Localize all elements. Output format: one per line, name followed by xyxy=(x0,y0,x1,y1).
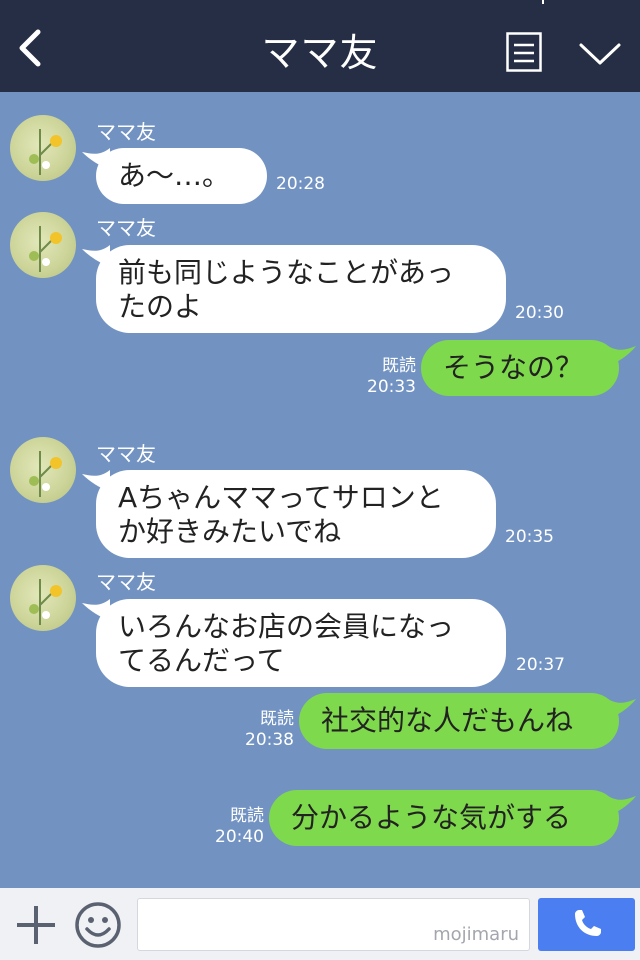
avatar[interactable] xyxy=(10,565,76,631)
flower-avatar-icon xyxy=(29,129,62,175)
flower-avatar-icon xyxy=(29,451,62,497)
smiley-icon[interactable] xyxy=(74,901,122,949)
message-text-line: Aちゃんママってサロンと xyxy=(118,481,444,514)
message-bubble: あ〜…。 xyxy=(96,148,267,204)
read-receipt: 既読 20:38 xyxy=(238,709,294,751)
message-time: 20:33 xyxy=(367,377,416,397)
message-text-line: たのよ xyxy=(118,290,203,323)
message-input[interactable]: mojimaru xyxy=(137,898,530,951)
message-text: あ〜…。 xyxy=(118,159,231,192)
watermark: mojimaru xyxy=(433,924,519,945)
status-mark xyxy=(542,0,544,4)
avatar[interactable] xyxy=(10,115,76,181)
message-bubble: そうなの？ xyxy=(421,340,619,396)
avatar[interactable] xyxy=(10,437,76,503)
input-bar: mojimaru xyxy=(0,888,640,960)
message-text: そうなの？ xyxy=(443,351,584,384)
bubble-tail xyxy=(608,346,636,366)
sender-name: ママ友 xyxy=(96,216,156,240)
message-time: 20:40 xyxy=(215,827,264,847)
message-bubble: Aちゃんママってサロンと か好きみたいでね xyxy=(96,470,496,558)
sender-name: ママ友 xyxy=(96,120,156,144)
message-text-line: か好きみたいでね xyxy=(118,515,342,548)
bubble-tail xyxy=(608,699,636,719)
avatar[interactable] xyxy=(10,212,76,278)
chat-header: ママ友 xyxy=(0,0,640,92)
phone-icon xyxy=(575,910,601,936)
message-text: 分かるような気がする xyxy=(291,801,572,834)
plus-icon[interactable] xyxy=(14,903,58,947)
flower-avatar-icon xyxy=(29,226,62,272)
message-bubble: 社交的な人だもんね xyxy=(299,693,619,749)
message-text-line: いろんなお店の会員になっ xyxy=(118,610,455,643)
message-time: 20:38 xyxy=(245,730,294,750)
message-time: 20:37 xyxy=(516,655,565,675)
read-receipt: 既読 20:40 xyxy=(208,806,264,848)
message-time: 20:35 xyxy=(505,527,554,547)
menu-icon[interactable] xyxy=(506,32,542,72)
chat-title: ママ友 xyxy=(261,31,379,75)
message-bubble: いろんなお店の会員になっ てるんだって xyxy=(96,599,506,687)
read-label: 既読 xyxy=(230,806,264,826)
sender-name: ママ友 xyxy=(96,570,156,594)
read-label: 既読 xyxy=(260,709,294,729)
message-text: 社交的な人だもんね xyxy=(321,704,574,737)
message-time: 20:30 xyxy=(515,303,564,323)
flower-avatar-icon xyxy=(29,579,62,625)
bubble-tail xyxy=(608,796,636,816)
back-button[interactable] xyxy=(14,28,48,68)
message-text-line: てるんだって xyxy=(118,644,285,677)
message-bubble: 前も同じようなことがあっ たのよ xyxy=(96,245,506,333)
message-text-line: 前も同じようなことがあっ xyxy=(118,256,455,289)
message-time: 20:28 xyxy=(276,174,325,194)
message-bubble: 分かるような気がする xyxy=(269,790,619,846)
read-receipt: 既読 20:33 xyxy=(360,356,416,398)
call-button[interactable] xyxy=(538,898,635,951)
sender-name: ママ友 xyxy=(96,442,156,466)
read-label: 既読 xyxy=(382,356,416,376)
chevron-down-icon[interactable] xyxy=(578,40,622,68)
